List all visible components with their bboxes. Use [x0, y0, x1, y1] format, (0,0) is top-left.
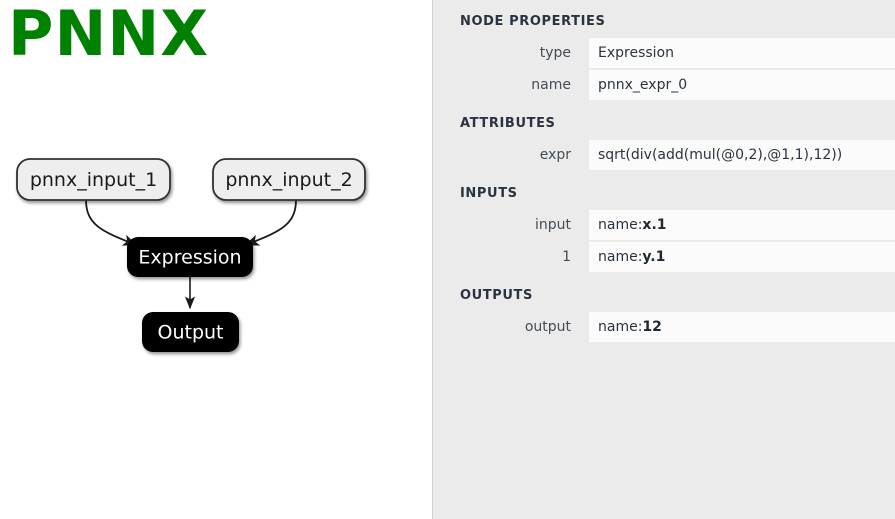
property-label-input-1: 1 [562, 249, 571, 265]
section-rows-inputs: input name: x.1 1 name: y.1 [433, 210, 895, 272]
property-value-expr[interactable]: sqrt(div(add(mul(@0,2),@1,1),12)) [589, 140, 895, 170]
property-row-output-0[interactable]: output name: 12 [433, 312, 895, 342]
property-row-input-1[interactable]: 1 name: y.1 [433, 242, 895, 272]
graph-node-label-output: Output [158, 322, 224, 344]
section-rows-node-properties: type Expression name pnnx_expr_0 [433, 38, 895, 100]
property-label-input-0: input [534, 217, 571, 233]
property-value-strong: y.1 [642, 249, 666, 265]
graph-node-label-pnnx-input-1: pnnx_input_1 [30, 169, 157, 191]
property-label-type: type [539, 45, 571, 61]
section-rows-attributes: expr sqrt(div(add(mul(@0,2),@1,1),12)) [433, 140, 895, 170]
graph-node-label-pnnx-input-2: pnnx_input_2 [225, 169, 352, 191]
section-header-inputs: INPUTS [460, 186, 518, 201]
graph-viewport[interactable]: PNNX pnnx_input_1 pnnx_input_2 Expressio… [0, 0, 432, 519]
property-value-type[interactable]: Expression [589, 38, 895, 68]
property-value-input-0[interactable]: name: x.1 [589, 210, 895, 240]
property-value-name[interactable]: pnnx_expr_0 [589, 70, 895, 100]
property-label-expr: expr [539, 147, 571, 163]
section-header-attributes: ATTRIBUTES [460, 116, 556, 131]
node-properties-panel[interactable]: NODE PROPERTIES type Expression name pnn… [432, 0, 895, 519]
property-value-prefix: name: [598, 249, 643, 265]
property-label-output-0: output [524, 319, 571, 335]
property-row-type[interactable]: type Expression [433, 38, 895, 68]
property-row-name[interactable]: name pnnx_expr_0 [433, 70, 895, 100]
property-row-expr[interactable]: expr sqrt(div(add(mul(@0,2),@1,1),12)) [433, 140, 895, 170]
edge-input2-to-expression [244, 199, 297, 246]
property-value-output-0[interactable]: name: 12 [589, 312, 895, 342]
property-value-prefix: name: [598, 319, 643, 335]
property-value-strong: 12 [642, 319, 662, 335]
edge-input1-to-expression [85, 199, 138, 246]
property-label-name: name [531, 77, 571, 93]
section-rows-outputs: output name: 12 [433, 312, 895, 342]
section-header-outputs: OUTPUTS [460, 288, 533, 303]
property-row-input-0[interactable]: input name: x.1 [433, 210, 895, 240]
property-value-strong: x.1 [642, 217, 667, 233]
graph-node-label-expression: Expression [138, 247, 241, 269]
property-value-prefix: name: [598, 217, 643, 233]
node-graph[interactable]: pnnx_input_1 pnnx_input_2 Expression Out… [0, 0, 432, 519]
property-value-input-1[interactable]: name: y.1 [589, 242, 895, 272]
section-header-node-properties: NODE PROPERTIES [460, 14, 606, 29]
